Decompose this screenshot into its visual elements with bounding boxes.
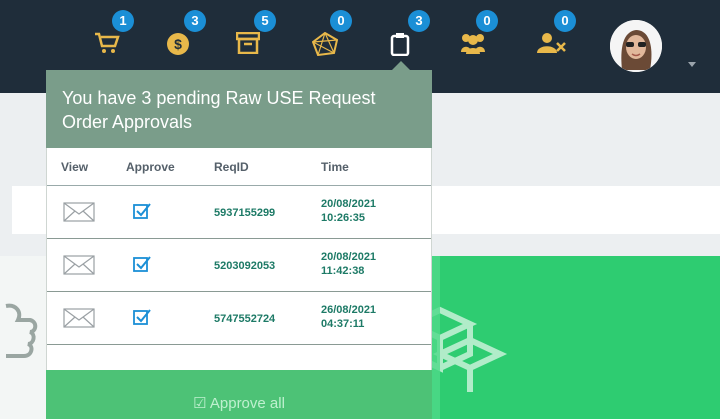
date-text: 20/08/2021 [321,198,377,210]
time-cell: 20/08/2021 10:26:35 [321,197,376,225]
avatar[interactable] [610,20,662,72]
chevron-down-icon[interactable] [688,62,696,67]
reqid-cell: 5747552724 [214,313,276,325]
users-button[interactable]: 0 [458,10,498,58]
time-cell: 26/08/2021 04:37:11 [321,303,376,331]
approve-checkbox-icon[interactable] [133,255,151,273]
network-icon [312,32,338,56]
approve-all-button[interactable]: ☑ Approve all [46,394,432,412]
archive-button[interactable]: 5 [236,10,276,58]
clipboard-badge: 3 [408,10,430,32]
coin-icon: $ [167,33,189,55]
clipboard-button[interactable]: 3 [390,10,430,58]
coin-badge: 3 [184,10,206,32]
column-header-view: View [61,160,89,174]
users-icon [461,34,485,54]
user-remove-button[interactable]: 0 [536,10,576,58]
cart-icon [95,32,120,53]
envelope-icon[interactable] [63,202,95,222]
date-text: 26/08/2021 [321,304,377,316]
date-text: 20/08/2021 [321,251,377,263]
pending-approvals-dropdown: You have 3 pending Raw USE Request Order… [46,61,432,419]
cart-badge: 1 [112,10,134,32]
left-panel [0,256,46,419]
time-text: 04:37:11 [321,318,365,330]
column-header-time: Time [321,160,349,174]
time-text: 10:26:35 [321,212,366,224]
time-cell: 20/08/2021 11:42:38 [321,250,376,278]
reqid-cell: 5937155299 [214,207,276,219]
user-remove-icon [537,33,566,53]
clipboard-icon [390,33,410,56]
approve-checkbox-icon[interactable] [133,308,151,326]
table-row: 5203092053 20/08/2021 11:42:38 [47,239,431,292]
time-text: 11:42:38 [321,265,365,277]
avatar-icon [610,20,662,72]
user-remove-badge: 0 [554,10,576,32]
approve-all-label: Approve all [209,395,285,412]
archive-icon [236,32,260,54]
dropdown-title: You have 3 pending Raw USE Request Order… [46,70,432,148]
approve-checkbox-icon[interactable] [133,202,151,220]
archive-badge: 5 [254,10,276,32]
coin-button[interactable]: $ 3 [166,10,206,58]
column-header-approve: Approve [126,160,175,174]
users-badge: 0 [476,10,498,32]
network-badge: 0 [330,10,352,32]
network-button[interactable]: 0 [312,10,352,58]
checkbox-icon: ☑ [193,395,207,412]
table-row: 5937155299 20/08/2021 10:26:35 [47,186,431,239]
table-row: 5747552724 26/08/2021 04:37:11 [47,292,431,345]
envelope-icon[interactable] [63,255,95,275]
cart-button[interactable]: 1 [94,10,134,58]
table-header: View Approve ReqID Time [47,148,431,186]
thumbs-icon [5,303,38,358]
reqid-cell: 5203092053 [214,260,276,272]
column-header-reqid: ReqID [214,160,249,174]
svg-text:$: $ [174,36,182,52]
envelope-icon[interactable] [63,308,95,328]
